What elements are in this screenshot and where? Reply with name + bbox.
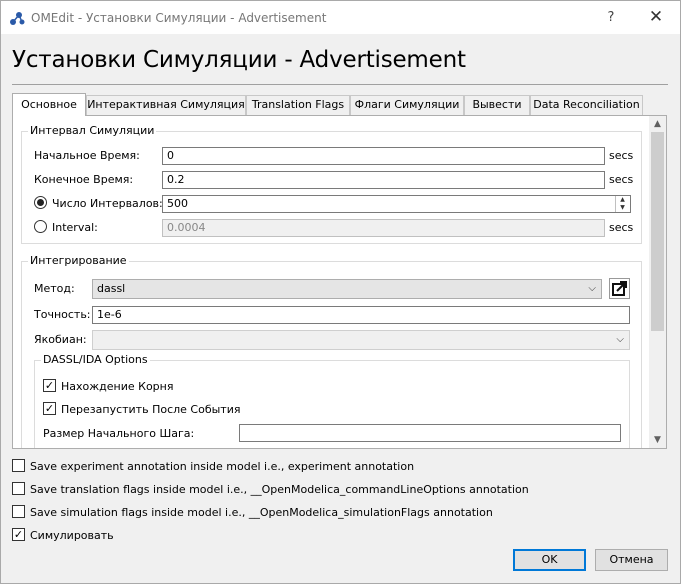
ok-button[interactable]: OK <box>513 549 586 571</box>
simulation-interval-group: Интервал Симуляции Начальное Время: 0 se… <box>21 124 642 244</box>
integration-group: Интегрирование Метод: dassl ⌵ Точность: <box>21 254 642 448</box>
number-of-intervals-label: Число Интервалов: <box>52 197 163 210</box>
start-time-unit: secs <box>609 149 634 162</box>
help-button[interactable]: ? <box>599 7 623 29</box>
save-simulation-flags-checkbox[interactable] <box>12 505 25 518</box>
interval-label: Interval: <box>52 221 98 234</box>
tolerance-label: Точность: <box>34 308 91 321</box>
window-title: OMEdit - Установки Симуляции - Advertise… <box>31 11 327 25</box>
root-finding-label: Нахождение Корня <box>61 380 174 393</box>
close-button[interactable]: ✕ <box>641 5 671 29</box>
stop-time-input[interactable]: 0.2 <box>162 171 605 189</box>
method-select[interactable]: dassl ⌵ <box>92 279 602 299</box>
restart-after-event-checkbox[interactable]: ✓ <box>43 402 56 415</box>
stop-time-unit: secs <box>609 173 634 186</box>
title-bar: OMEdit - Установки Симуляции - Advertise… <box>1 1 680 34</box>
method-info-button[interactable] <box>609 278 630 299</box>
simulate-checkbox[interactable]: ✓ <box>12 528 25 541</box>
number-of-intervals-radio[interactable] <box>34 196 47 209</box>
heading-divider <box>12 84 668 85</box>
dassl-options-group: DASSL/IDA Options ✓ Нахождение Корня ✓ П… <box>34 353 630 448</box>
tab-simulation-flags[interactable]: Флаги Симуляции <box>350 95 464 115</box>
integration-title: Интегрирование <box>28 254 129 267</box>
save-translation-flags-checkbox[interactable] <box>12 482 25 495</box>
jacobian-select[interactable]: ⌵ <box>92 330 630 350</box>
external-link-icon <box>612 281 627 296</box>
interval-input[interactable]: 0.0004 <box>162 219 605 237</box>
tab-interactive-simulation[interactable]: Интерактивная Симуляция <box>86 95 246 115</box>
omedit-app-icon <box>10 12 25 25</box>
tolerance-input[interactable]: 1e-6 <box>92 306 630 324</box>
scroll-area: Интервал Симуляции Начальное Время: 0 se… <box>13 116 649 448</box>
save-experiment-annotation-checkbox[interactable] <box>12 459 25 472</box>
scroll-down-icon[interactable]: ▼ <box>649 432 666 448</box>
stop-time-label: Конечное Время: <box>34 173 134 186</box>
tab-translation-flags[interactable]: Translation Flags <box>246 95 350 115</box>
chevron-down-icon: ⌵ <box>616 334 624 345</box>
chevron-down-icon: ⌵ <box>588 283 596 294</box>
interval-radio[interactable] <box>34 220 47 233</box>
dialog-content: Установки Симуляции - Advertisement Осно… <box>1 34 680 583</box>
start-time-label: Начальное Время: <box>34 149 140 162</box>
number-of-intervals-input[interactable]: 500 <box>162 195 631 213</box>
tab-general[interactable]: Основное <box>12 93 86 116</box>
dassl-options-title: DASSL/IDA Options <box>41 353 150 366</box>
spin-down-icon[interactable]: ▼ <box>616 204 629 212</box>
scroll-up-icon[interactable]: ▲ <box>649 116 666 132</box>
method-value: dassl <box>97 282 126 295</box>
initial-step-size-label: Размер Начального Шага: <box>43 427 195 440</box>
page-title: Установки Симуляции - Advertisement <box>12 47 466 73</box>
spin-up-icon[interactable]: ▲ <box>616 196 629 204</box>
root-finding-checkbox[interactable]: ✓ <box>43 379 56 392</box>
start-time-input[interactable]: 0 <box>162 147 605 165</box>
scrollbar-thumb[interactable] <box>651 132 664 331</box>
save-simulation-flags-label: Save simulation flags inside model i.e.,… <box>30 506 493 519</box>
tab-panel-general: Интервал Симуляции Начальное Время: 0 se… <box>12 115 667 449</box>
restart-after-event-label: Перезапустить После События <box>61 403 241 416</box>
method-label: Метод: <box>34 282 75 295</box>
cancel-button[interactable]: Отмена <box>595 549 668 571</box>
save-translation-flags-label: Save translation flags inside model i.e.… <box>30 483 529 496</box>
tab-data-reconciliation[interactable]: Data Reconciliation <box>530 95 643 115</box>
initial-step-size-input[interactable] <box>239 424 621 442</box>
simulation-setup-dialog: OMEdit - Установки Симуляции - Advertise… <box>0 0 681 584</box>
simulate-label: Симулировать <box>30 529 114 542</box>
interval-unit: secs <box>609 221 634 234</box>
simulation-interval-title: Интервал Симуляции <box>28 124 157 137</box>
jacobian-label: Якобиан: <box>34 333 87 346</box>
tab-output[interactable]: Вывести <box>464 95 530 115</box>
save-experiment-annotation-label: Save experiment annotation inside model … <box>30 460 415 473</box>
vertical-scrollbar[interactable]: ▲ ▼ <box>649 116 666 448</box>
number-of-intervals-spinner[interactable]: ▲ ▼ <box>615 196 629 212</box>
